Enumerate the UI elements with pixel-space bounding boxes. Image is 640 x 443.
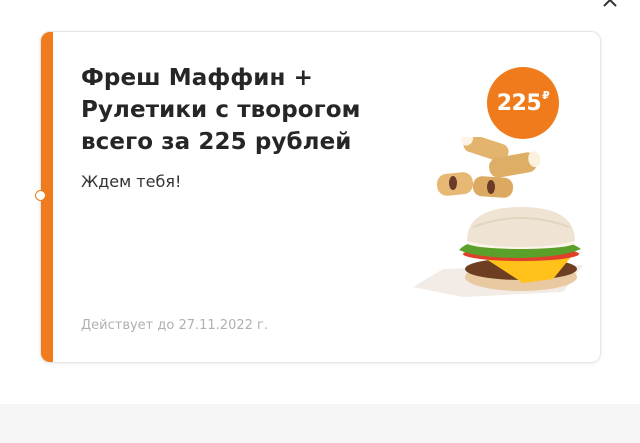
coupon-notch: [35, 190, 46, 201]
food-photo-muffin-and-rolls: [413, 137, 583, 297]
coupon-card[interactable]: Фреш Маффин + Рулетики с творогом всего …: [40, 31, 601, 363]
coupon-valid-until: Действует до 27.11.2022 г.: [81, 318, 268, 333]
coupon-screen: Фреш Маффин + Рулетики с творогом всего …: [0, 0, 640, 443]
price-value: 225: [496, 90, 542, 116]
currency-symbol: ₽: [542, 89, 550, 102]
price-badge: 225 ₽: [487, 67, 559, 139]
bottom-panel: [0, 404, 640, 443]
close-icon[interactable]: [600, 0, 620, 10]
coupon-subtitle: Ждем тебя!: [81, 172, 182, 191]
coupon-title: Фреш Маффин + Рулетики с творогом всего …: [81, 65, 361, 155]
